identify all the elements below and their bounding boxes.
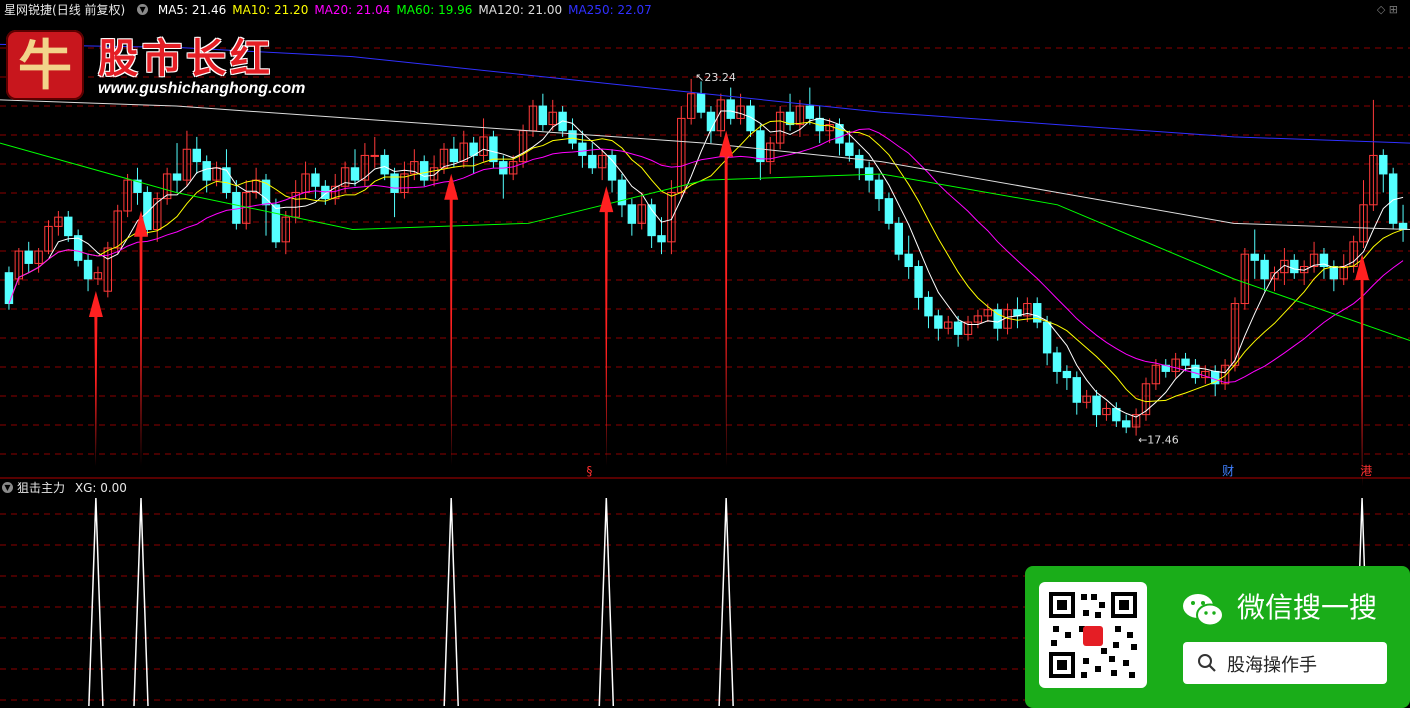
candle-body <box>1181 358 1190 366</box>
candle-body <box>855 154 864 169</box>
candle-body <box>202 161 211 181</box>
candle-body <box>1122 420 1131 428</box>
candle-body <box>1191 364 1200 379</box>
candle-body <box>1052 352 1062 372</box>
wechat-search-title: 微信搜一搜 <box>1237 591 1378 624</box>
candle-body <box>489 136 498 163</box>
candle-body <box>1092 395 1101 416</box>
sub-panel-header: ▼ 狙击主力 XG: 0.00 <box>0 480 127 496</box>
candle-body <box>894 222 904 255</box>
candle-body <box>914 266 923 298</box>
signal-spike <box>133 497 149 707</box>
event-marker: 港 <box>1360 464 1372 478</box>
candle-body <box>627 204 637 224</box>
candle-body <box>1072 377 1081 403</box>
candle-body <box>1329 266 1339 280</box>
sub-panel-value: XG: 0.00 <box>74 481 127 495</box>
buy-signal-arrow <box>1355 254 1370 486</box>
logo-badge: 牛 <box>6 30 84 100</box>
candle-body <box>271 204 281 243</box>
candle-body <box>657 235 666 243</box>
candle-body <box>222 167 231 193</box>
ma60-line <box>0 142 1410 342</box>
site-logo: 牛 股市长红 www.gushichanghong.com <box>6 22 306 106</box>
candle-body <box>538 105 548 126</box>
candle-body <box>953 321 963 335</box>
candle-body <box>805 105 815 119</box>
buy-signal-arrow <box>719 130 734 467</box>
logo-url: www.gushichanghong.com <box>98 80 306 97</box>
candle-body <box>350 167 360 181</box>
candle-body <box>64 216 73 237</box>
candle-body <box>1260 259 1269 280</box>
candle-body <box>607 154 617 181</box>
candle-body <box>311 173 320 187</box>
candle-body <box>568 130 577 144</box>
sub-panel-title: 狙击主力 <box>17 481 66 495</box>
ma120-line <box>0 99 1410 230</box>
candle-body <box>4 272 14 305</box>
high-price-label: ↖23.24 <box>695 71 736 84</box>
candle-body <box>726 99 735 119</box>
candle-body <box>934 315 943 329</box>
candle-body <box>1379 154 1388 175</box>
candle-body <box>232 191 241 224</box>
candle-body <box>1388 173 1398 224</box>
logo-name: 股市长红 <box>98 35 274 82</box>
buy-signal-arrow <box>599 186 614 466</box>
candle-body <box>1062 370 1072 379</box>
candle-body <box>380 154 389 175</box>
wechat-card: 微信搜一搜 股海操作手 <box>1025 566 1410 708</box>
candle-body <box>1290 259 1299 274</box>
candle-body <box>1398 222 1408 230</box>
candle-body <box>24 250 33 264</box>
buy-signal-arrow <box>444 173 459 466</box>
candle-body <box>370 154 379 157</box>
buy-signal-arrow <box>88 291 103 466</box>
candle-body <box>83 259 93 280</box>
signal-spike <box>88 497 104 707</box>
wechat-icon <box>1183 594 1224 627</box>
candle-body <box>904 253 913 268</box>
qr-code <box>1039 582 1147 688</box>
candle-body <box>874 179 884 200</box>
candle-body <box>172 173 182 181</box>
event-marker: 财 <box>1222 464 1234 478</box>
candle-body <box>1250 253 1259 261</box>
candle-body <box>924 296 933 317</box>
wechat-search-box[interactable]: 股海操作手 <box>1183 642 1387 684</box>
search-icon <box>1198 654 1216 672</box>
candle-body <box>143 191 152 230</box>
candle-body <box>884 198 894 224</box>
ma20-line <box>8 128 1404 384</box>
candle-body <box>449 148 459 163</box>
signal-spike <box>598 497 615 707</box>
low-price-label: ←17.46 <box>1138 434 1179 447</box>
wechat-search-text: 股海操作手 <box>1227 655 1317 676</box>
signal-spike <box>718 497 734 707</box>
sub-panel-dropdown-icon[interactable]: ▼ <box>2 482 13 493</box>
candle-body <box>706 111 716 132</box>
candle-body <box>192 148 202 163</box>
candle-body <box>696 93 706 113</box>
event-marker: § <box>586 464 592 478</box>
candle-body <box>420 161 429 181</box>
signal-spike <box>443 497 459 707</box>
candle-body <box>588 154 597 169</box>
candle-body <box>578 142 587 156</box>
candle-body <box>1042 321 1052 354</box>
ma10-line <box>8 120 1404 403</box>
candle-body <box>756 130 765 163</box>
candle-body <box>845 142 854 156</box>
